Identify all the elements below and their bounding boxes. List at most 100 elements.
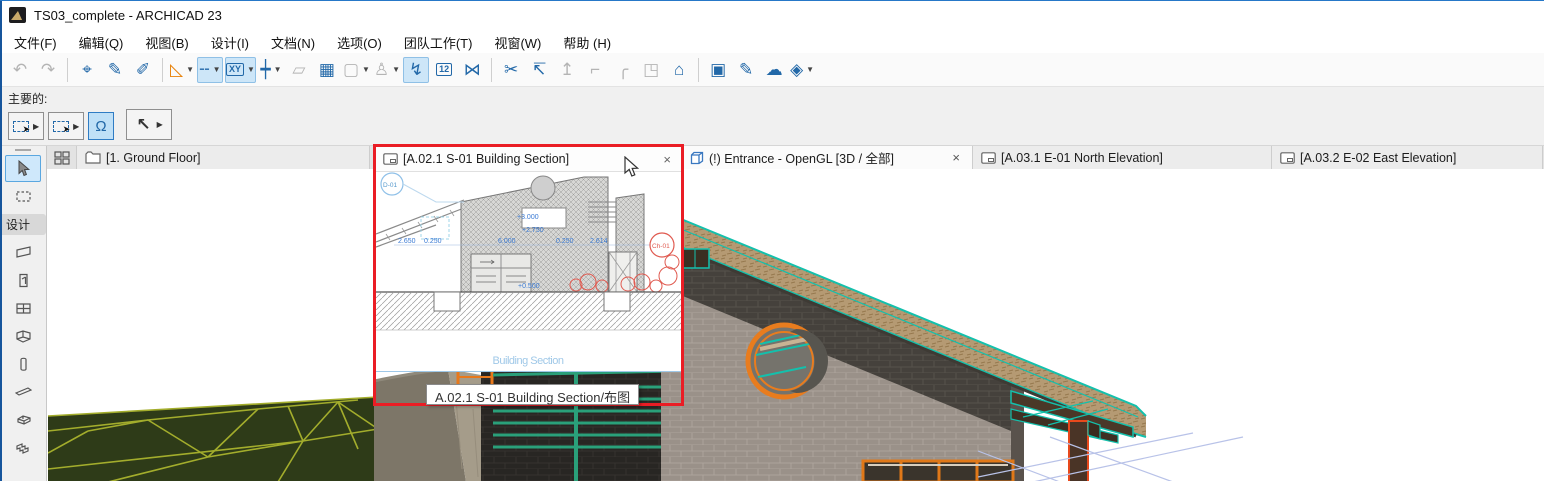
menu-2[interactable]: 编辑(Q) [68,29,135,53]
dropdown-arrow-icon[interactable]: ▼ [362,65,370,74]
split-button[interactable]: ✂ [498,57,524,83]
undo-button[interactable]: ↶ [7,57,33,83]
tool-column[interactable] [5,351,41,378]
terrain-mesh [48,397,378,481]
section-preview-thumbnail[interactable]: +3.000 +2.750 +0.500 2.650 0.250 6.000 0… [376,172,681,372]
menu-8[interactable]: 视窗(W) [483,29,552,53]
redo-icon: ↷ [41,61,55,78]
coordinates-icon: XY [226,63,244,76]
menu-9[interactable]: 帮助 (H) [552,29,622,53]
dropdown-arrow-icon[interactable]: ▼ [213,65,221,74]
menu-6[interactable]: 选项(O) [326,29,393,53]
marquee-arrow-icon: ➤ [13,121,29,132]
tab-overview-button[interactable] [47,146,77,169]
dropdown-arrow-icon[interactable]: ▼ [806,65,814,74]
viewport-3d[interactable] [48,169,1544,481]
lower-window [863,461,1013,481]
menu-1[interactable]: 文件(F) [3,29,68,53]
marquee-move-button[interactable]: ➤▶ [8,112,44,140]
intersect-icon: ⌐ [590,61,600,78]
menu-3[interactable]: 视图(B) [134,29,199,53]
section-sheet-icon [383,153,398,165]
tab-bar: [1. Ground Floor] (!) Entrance - OpenGL [… [47,146,1544,169]
flyout-arrow-icon[interactable]: ▶ [33,122,39,131]
menu-7[interactable]: 团队工作(T) [393,29,484,53]
markup-icon: ✎ [739,61,753,78]
tool-corner-window[interactable] [5,323,41,350]
dim-2: 0.250 [424,238,442,245]
tool-slab[interactable] [5,407,41,434]
dropdown-arrow-icon[interactable]: ▼ [247,65,255,74]
tool-stair[interactable] [5,435,41,462]
tab-north-elevation[interactable]: [A.03.1 E-01 North Elevation] [973,146,1272,169]
intersect-button[interactable]: ⌐ [582,57,608,83]
fillet-button[interactable]: ╭ [610,57,636,83]
pickup-parameters-icon: ✎ [108,61,122,78]
toolbox-drag-handle[interactable] [15,149,31,151]
measure-button[interactable]: 12 [431,57,457,83]
zoom-input-button[interactable]: ⌖ [74,57,100,83]
adjust-button[interactable]: ↸ [526,57,552,83]
close-tab-button[interactable]: × [946,150,966,165]
edit-selection-button[interactable]: ▣ [705,57,731,83]
trace-reference-icon: ▱ [292,61,305,78]
tab-east-elevation[interactable]: [A.03.2 E-02 East Elevation] [1272,146,1543,169]
toolbox-section-design[interactable]: 设计 [0,214,46,235]
home-story-icon: ⌂ [674,61,684,78]
guide-lines-button[interactable]: ◺▼ [169,57,195,83]
level-3: +0.500 [518,283,540,290]
undo-icon: ↶ [13,61,27,78]
trim-button[interactable]: ↥ [554,57,580,83]
stretch-button[interactable]: ⋈ [459,57,485,83]
dim-5: 2.614 [590,238,608,245]
door-icon [15,273,32,288]
dim-1: 2.650 [398,238,416,245]
pickup-parameters-button[interactable]: ✎ [102,57,128,83]
marquee-cursor-icon: ➤ [53,121,69,132]
teamwork-user-icon: ♙ [374,61,389,78]
split-icon: ✂ [504,61,518,78]
flyout-arrow-icon[interactable]: ▶ [73,122,79,131]
marquee-select-button[interactable]: ➤▶ [48,112,84,140]
markup-button[interactable]: ✎ [733,57,759,83]
flyout-arrow-icon[interactable]: ▶ [157,120,163,129]
close-tab-button[interactable]: × [657,152,677,167]
tab-entrance-3d[interactable]: (!) Entrance - OpenGL [3D / 全部]× [682,146,973,169]
title-bar: TS03_complete - ARCHICAD 23 [0,1,1544,29]
magnet-snap-button[interactable]: Ω [88,112,113,140]
element-snap-button[interactable]: ↯ [403,57,429,83]
layers-icon: ▦ [319,61,335,78]
cloud-publish-button[interactable]: ☁ [761,57,787,83]
home-story-button[interactable]: ⌂ [666,57,692,83]
inject-parameters-button[interactable]: ✐ [130,57,156,83]
trace-frame-button[interactable]: ▢▼ [342,57,371,83]
tab-label: [A.03.2 E-02 East Elevation] [1300,151,1456,165]
level-1: +3.000 [517,214,539,221]
trace-reference-button[interactable]: ▱ [286,57,312,83]
resize-button[interactable]: ◳ [638,57,664,83]
teamwork-user-button[interactable]: ♙▼ [373,57,401,83]
magnet-icon: Ω [93,119,108,134]
tool-door[interactable] [5,267,41,294]
menu-5[interactable]: 文档(N) [260,29,326,53]
tool-wall[interactable] [5,239,41,266]
dropdown-arrow-icon[interactable]: ▼ [392,65,400,74]
tool-arrow[interactable] [5,155,41,182]
archicad-logo-icon [9,7,26,23]
dropdown-arrow-icon[interactable]: ▼ [274,65,282,74]
toolbar-separator [67,58,68,82]
snap-guides-button[interactable]: ╌▼ [197,57,223,83]
layers-button[interactable]: ▦ [314,57,340,83]
coordinates-button[interactable]: XY▼ [225,57,256,83]
tab-ground-floor[interactable]: [1. Ground Floor] [77,146,370,169]
dropdown-arrow-icon[interactable]: ▼ [186,65,194,74]
favorites-button[interactable]: ◈▼ [789,57,815,83]
redo-button[interactable]: ↷ [35,57,61,83]
tool-marquee[interactable] [5,183,41,210]
zoom-input-icon: ⌖ [82,61,92,78]
tool-beam[interactable] [5,379,41,406]
grid-snap-button[interactable]: ┿▼ [258,57,284,83]
tool-window[interactable] [5,295,41,322]
arrow-tool-button[interactable]: ↖▶ [126,109,172,140]
menu-4[interactable]: 设计(I) [200,29,260,53]
